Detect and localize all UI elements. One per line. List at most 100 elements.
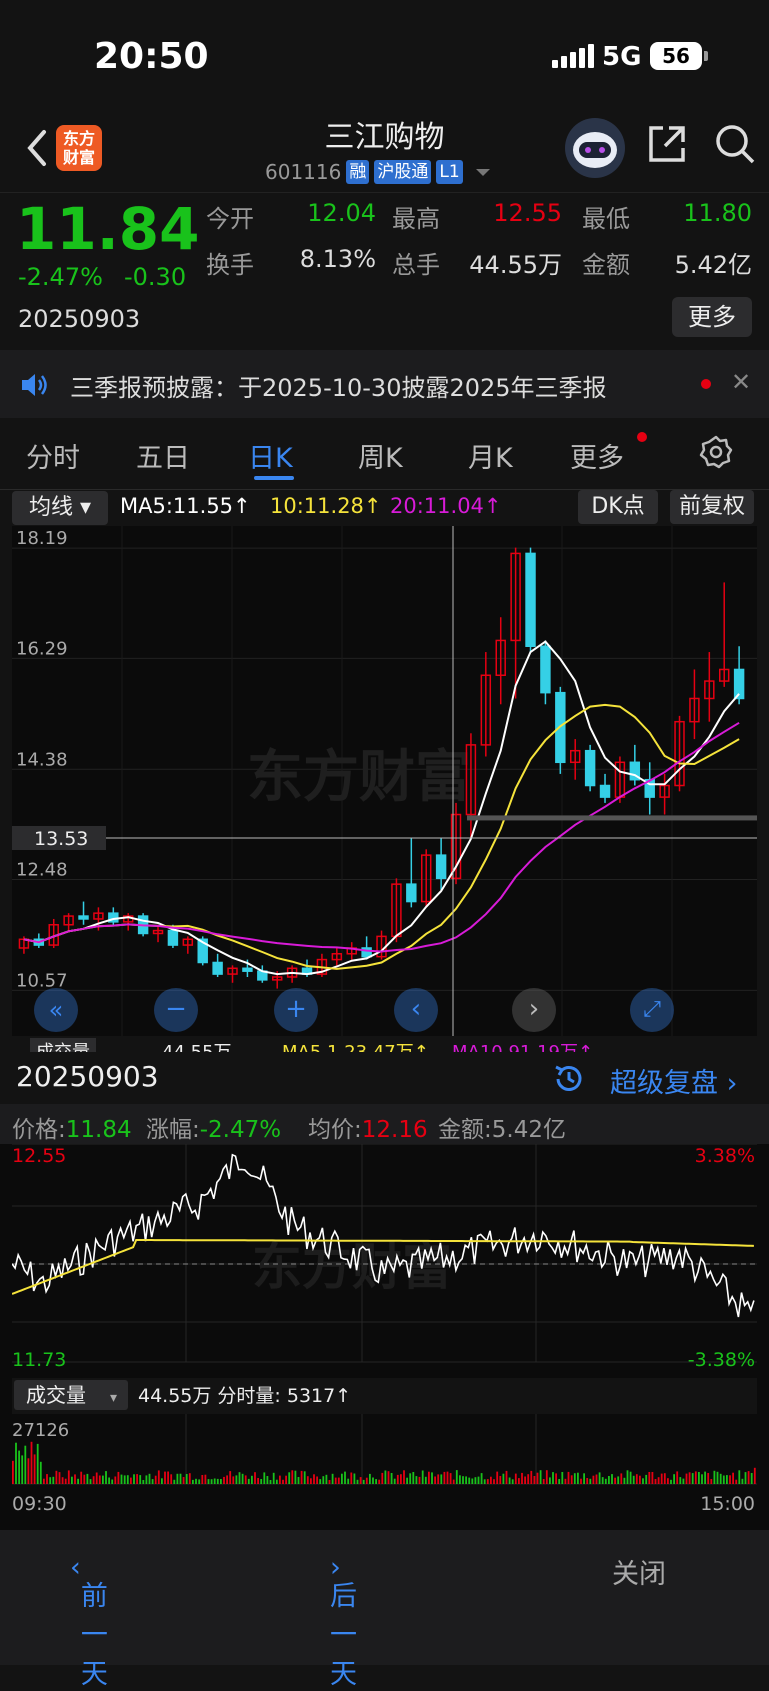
intraday-chart[interactable]: 东方财富 12.55 11.73 3.38% -3.38% 成交量 ▾ 44.5…	[12, 1144, 757, 1580]
next-day-button[interactable]: 后一天 ›	[330, 1552, 357, 1690]
volume-bar	[567, 1471, 570, 1484]
intraday-low-pct: -3.38%	[688, 1349, 755, 1371]
active-tab-indicator	[254, 476, 294, 480]
adjust-button[interactable]: 前复权	[670, 490, 754, 524]
time-end: 15:00	[700, 1493, 755, 1515]
y-axis-label: 12.48	[16, 860, 68, 881]
indicator-selector[interactable]: 均线 ▾	[12, 491, 108, 525]
back-icon[interactable]: ‹	[394, 988, 438, 1032]
tab-intraday[interactable]: 分时	[26, 436, 80, 475]
volume-ma5-partial: MA5 1,23.47万↑	[282, 1038, 429, 1052]
volume-bar	[431, 1472, 433, 1484]
quote-field-value: 11.80	[683, 199, 752, 227]
robot-assistant-icon[interactable]	[565, 118, 625, 178]
volume-bar	[514, 1473, 517, 1484]
dk-point-button[interactable]: DK点	[578, 490, 658, 524]
tab-monthly-k[interactable]: 月K	[468, 436, 513, 475]
more-badge-dot	[637, 432, 647, 442]
gear-icon[interactable]	[698, 434, 734, 470]
volume-bar	[139, 1475, 142, 1484]
network-label: 5G	[602, 42, 642, 72]
volume-bar	[688, 1472, 691, 1484]
volume-bar	[71, 1476, 73, 1484]
kline-chart[interactable]: 东方财富 13.53 18.19 16.29 14.38 12.48 10.57 « −…	[12, 526, 757, 1036]
volume-bar	[657, 1477, 660, 1484]
candle-body	[212, 961, 223, 975]
volume-bar	[595, 1474, 598, 1484]
volume-bar	[424, 1476, 427, 1484]
volume-bar	[157, 1470, 160, 1484]
volume-bar	[86, 1473, 89, 1484]
volume-bar	[67, 1470, 70, 1484]
tab-more[interactable]: 更多	[570, 436, 624, 475]
volume-bar	[43, 1478, 45, 1484]
close-button[interactable]: 关闭	[612, 1552, 666, 1591]
volume-selector-partial[interactable]: 成交量	[30, 1038, 96, 1052]
zoom-in-icon[interactable]: +	[274, 988, 318, 1032]
volume-ma10-partial: MA10 91.19万↑	[452, 1038, 593, 1052]
tab-daily-k[interactable]: 日K	[248, 436, 293, 475]
volume-bar	[30, 1441, 33, 1484]
quote-field-value: 8.13%	[299, 245, 376, 273]
time-start: 09:30	[12, 1493, 67, 1515]
volume-bar	[580, 1478, 582, 1484]
footer-bar: ‹ 前一天 后一天 › 关闭	[0, 1530, 769, 1690]
super-review-link[interactable]: 超级复盘 ›	[610, 1061, 737, 1100]
search-icon[interactable]	[713, 122, 757, 166]
volume-bar	[319, 1479, 322, 1484]
tab-five-day[interactable]: 五日	[136, 436, 190, 475]
volume-bar	[192, 1479, 194, 1484]
intraday-low: 11.73	[12, 1349, 66, 1371]
tab-weekly-k[interactable]: 周K	[358, 436, 403, 475]
volume-bar	[272, 1472, 275, 1484]
volume-bar	[238, 1472, 241, 1484]
ma-legend-bar: 均线 ▾ MA5:11.55↑ 10:11.28↑ 20:11.04↑ DK点 …	[0, 490, 769, 526]
volume-bar	[446, 1471, 449, 1484]
volume-bar	[716, 1471, 719, 1484]
volume-bar	[735, 1479, 738, 1484]
volume-bar	[179, 1473, 182, 1484]
volume-bar	[83, 1474, 86, 1484]
volume-bar	[347, 1478, 350, 1484]
volume-bar	[300, 1470, 303, 1484]
signal-icon	[552, 44, 594, 68]
volume-bar	[452, 1479, 455, 1484]
volume-bar	[359, 1477, 362, 1484]
stock-code-row[interactable]: 601116 融 沪股通 L1	[265, 160, 490, 184]
volume-selector-label: 成交量	[26, 1383, 86, 1407]
change-percent: -2.47%	[18, 263, 103, 291]
history-icon[interactable]	[552, 1062, 586, 1096]
volume-bar	[570, 1475, 573, 1484]
quote-field-label: 总手	[392, 251, 440, 279]
zoom-out-icon[interactable]: −	[154, 988, 198, 1032]
volume-bar	[403, 1470, 405, 1484]
volume-bar	[356, 1479, 359, 1484]
quote-field-value: 12.04	[307, 199, 376, 227]
volume-bar	[400, 1474, 402, 1484]
notice-bar[interactable]: 三季报预披露：于2025-10-30披露2025年三季报 ✕	[0, 350, 769, 418]
share-icon[interactable]	[645, 122, 689, 166]
volume-bar	[635, 1474, 638, 1484]
volume-bar	[670, 1479, 672, 1484]
volume-bar	[49, 1477, 52, 1484]
volume-bar	[350, 1472, 353, 1484]
volume-bar	[685, 1473, 688, 1484]
close-icon[interactable]: ✕	[731, 368, 751, 396]
volume-bar	[126, 1475, 129, 1484]
rewind-icon[interactable]: «	[34, 988, 78, 1032]
prev-day-button[interactable]: ‹ 前一天	[70, 1552, 108, 1690]
volume-bar	[729, 1475, 731, 1484]
expand-icon[interactable]: ⤢	[630, 988, 674, 1032]
volume-bar	[726, 1475, 728, 1484]
volume-bar	[161, 1478, 163, 1484]
volume-partial-value: 44.55万	[162, 1038, 232, 1052]
watermark: 东方财富	[247, 745, 471, 810]
volume-bar	[362, 1479, 365, 1484]
candle-body	[167, 929, 179, 946]
volume-bar	[530, 1470, 533, 1484]
more-button[interactable]: 更多	[672, 297, 752, 337]
forward-icon[interactable]: ›	[512, 988, 556, 1032]
candle-body	[435, 854, 447, 880]
volume-bar	[303, 1471, 306, 1484]
volume-bar	[275, 1479, 278, 1484]
